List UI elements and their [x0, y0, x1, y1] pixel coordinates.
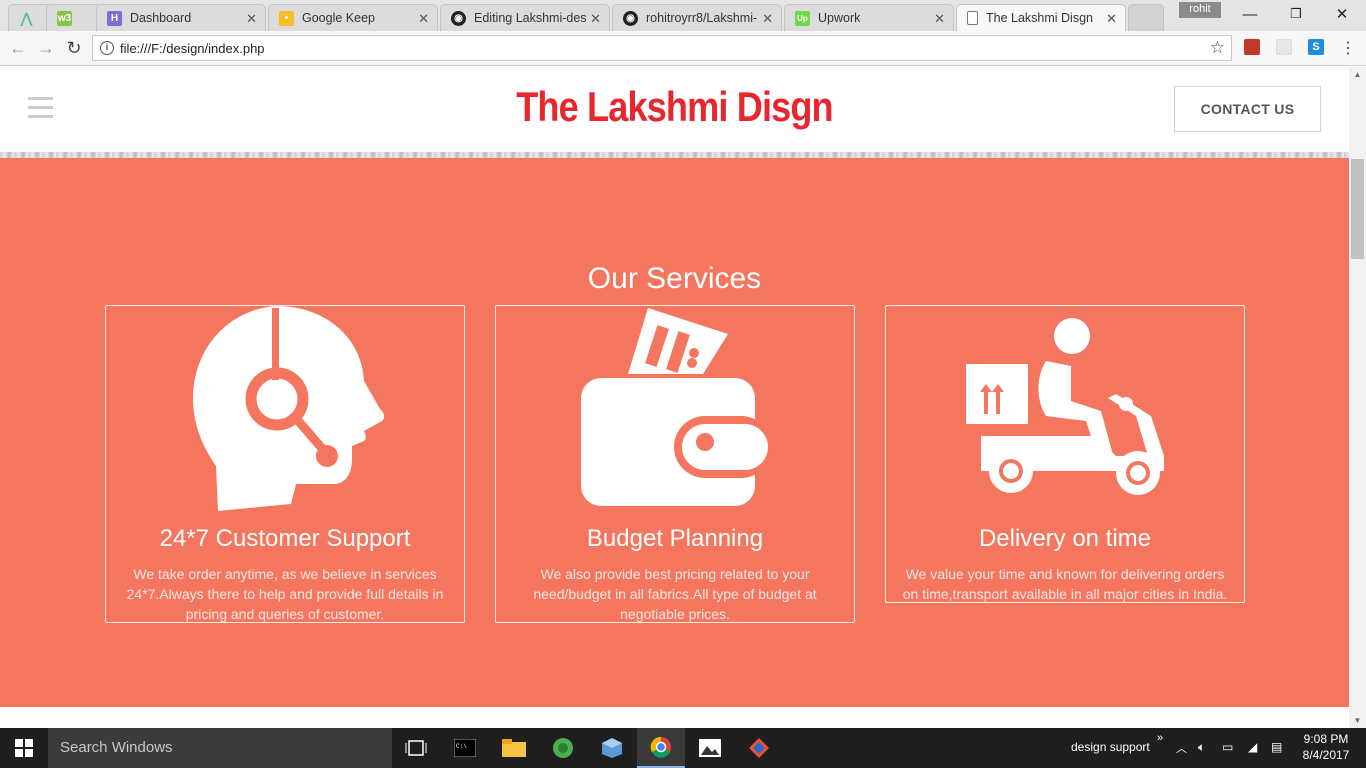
tab-rohitroyrr8[interactable]: ◉ rohitroyrr8/Lakshmi- ✕ [612, 4, 782, 31]
tab-title: Google Keep [302, 11, 375, 25]
page-viewport: The Lakshmi Disgn CONTACT US Our Service… [0, 67, 1349, 728]
tab-title: The Lakshmi Disgn [986, 11, 1093, 25]
windows-logo-icon [15, 739, 33, 757]
taskbar-search-box[interactable]: Search Windows [48, 728, 392, 768]
menu-dots-icon[interactable]: ⋮ [1336, 36, 1360, 60]
close-tab-icon[interactable]: ✕ [246, 11, 257, 27]
tab-upwork[interactable]: Up Upwork ✕ [784, 4, 954, 31]
extension-book-icon[interactable] [1244, 39, 1260, 55]
close-window-icon[interactable]: ✕ [1319, 0, 1365, 28]
reload-icon[interactable]: ↻ [62, 36, 86, 60]
extension-s-icon[interactable]: S [1308, 39, 1324, 55]
service-card-delivery: Delivery on time We value your time and … [885, 305, 1245, 603]
profile-badge[interactable]: rohit [1179, 2, 1221, 18]
svg-text:C:\: C:\ [456, 743, 467, 750]
wallet-icon [581, 308, 772, 506]
show-hidden-icons-icon[interactable]: ︿ [1176, 740, 1187, 756]
service-title: Budget Planning [586, 525, 764, 552]
page-bottom [0, 707, 1349, 728]
tab-google-keep[interactable]: • Google Keep ✕ [268, 4, 438, 31]
service-title: Delivery on time [978, 525, 1152, 552]
site-header: The Lakshmi Disgn CONTACT US [0, 67, 1349, 152]
tab-lakshmi-disgn[interactable]: The Lakshmi Disgn ✕ [956, 4, 1126, 31]
wifi-icon[interactable]: ◢ [1248, 740, 1257, 754]
delivery-scooter-icon [966, 318, 1164, 495]
service-card-support: 24*7 Customer Support We take order anyt… [105, 305, 465, 623]
w3schools-icon: w3 [57, 10, 72, 26]
service-title: 24*7 Customer Support [159, 525, 411, 552]
tab-strip: ⋀ w3 H Dashboard ✕ • Google Keep ✕ ◉ Edi… [0, 0, 1366, 31]
tab-title: rohitroyrr8/Lakshmi- [646, 11, 758, 25]
windows-start-button[interactable] [0, 728, 48, 768]
scroll-up-arrow-icon[interactable]: ▲ [1349, 70, 1366, 79]
tab-editing-lakshmi[interactable]: ◉ Editing Lakshmi-desi ✕ [440, 4, 610, 31]
clock-date: 8/4/2017 [1302, 748, 1350, 762]
chrome-taskbar-icon[interactable] [637, 728, 685, 768]
close-tab-icon[interactable]: ✕ [762, 11, 773, 27]
windows-taskbar: Search Windows C:\ design support » ︿ 🔈︎… [0, 728, 1366, 768]
close-tab-icon[interactable]: ✕ [590, 11, 601, 27]
back-arrow-icon[interactable]: ← [6, 36, 30, 60]
tray-label[interactable]: design support [1071, 740, 1150, 754]
power-icon[interactable]: ▭ [1222, 740, 1233, 754]
hamburger-menu-icon[interactable] [28, 97, 53, 119]
github-icon: ◉ [451, 10, 466, 26]
tab-dashboard[interactable]: H Dashboard ✕ [96, 4, 266, 31]
bookmark-star-icon[interactable]: ☆ [1210, 38, 1225, 58]
headset-support-icon [192, 306, 385, 511]
tab-2[interactable]: w3 [46, 4, 102, 31]
service-text: We also provide best pricing related to … [533, 566, 817, 622]
keep-icon: • [279, 10, 294, 26]
scrollbar-thumb[interactable] [1351, 159, 1364, 259]
site-logo[interactable]: The Lakshmi Disgn [94, 83, 1254, 131]
address-bar[interactable]: i file:///F:/design/index.php ☆ [92, 35, 1232, 61]
clock-time: 9:08 PM [1303, 732, 1349, 746]
tab-title: Upwork [818, 11, 861, 25]
close-tab-icon[interactable]: ✕ [934, 11, 945, 27]
upwork-icon: Up [795, 10, 810, 26]
info-icon[interactable]: i [100, 41, 114, 55]
url-text[interactable]: file:///F:/design/index.php [120, 41, 265, 56]
git-app-icon[interactable] [735, 728, 783, 768]
task-view-icon[interactable] [392, 728, 440, 768]
service-text: We take order anytime, as we believe in … [126, 566, 444, 622]
command-prompt-icon[interactable]: C:\ [441, 728, 489, 768]
photos-icon[interactable] [686, 728, 734, 768]
service-text: We value your time and known for deliver… [902, 566, 1228, 602]
browser-toolbar: ← → ↻ i file:///F:/design/index.php ☆ S … [0, 31, 1366, 66]
tab-title: Editing Lakshmi-desi [474, 11, 587, 25]
close-tab-icon[interactable]: ✕ [418, 11, 429, 27]
extension-notes-icon[interactable] [1276, 39, 1292, 55]
minimize-icon[interactable]: — [1227, 0, 1273, 28]
services-heading: Our Services [587, 262, 762, 295]
service-card-budget: Budget Planning We also provide best pri… [495, 305, 855, 623]
services-section: Our Services 24*7 Customer Support We ta… [0, 158, 1349, 707]
file-explorer-icon[interactable] [490, 728, 538, 768]
tray-overflow-icon[interactable]: » [1157, 732, 1163, 744]
scroll-down-arrow-icon[interactable]: ▼ [1349, 716, 1366, 725]
page-scrollbar[interactable]: ▲ ▼ [1349, 67, 1366, 728]
page-icon [967, 11, 978, 25]
hubspot-icon: H [107, 10, 122, 26]
github-icon: ◉ [623, 10, 638, 26]
android-studio-icon[interactable] [539, 728, 587, 768]
forward-arrow-icon[interactable]: → [34, 36, 58, 60]
virtualbox-icon[interactable] [588, 728, 636, 768]
restore-icon[interactable]: ❐ [1273, 0, 1319, 28]
taskbar-clock[interactable]: 9:08 PM 8/4/2017 [1296, 731, 1356, 763]
contact-us-button[interactable]: CONTACT US [1174, 86, 1321, 132]
tab-title: Dashboard [130, 11, 192, 25]
arrow-logo-icon: ⋀ [20, 9, 33, 26]
new-tab-button[interactable] [1128, 4, 1164, 31]
close-tab-icon[interactable]: ✕ [1106, 11, 1117, 27]
action-center-icon[interactable]: ▤ [1271, 740, 1282, 754]
volume-icon[interactable]: 🔈︎ [1198, 740, 1205, 755]
